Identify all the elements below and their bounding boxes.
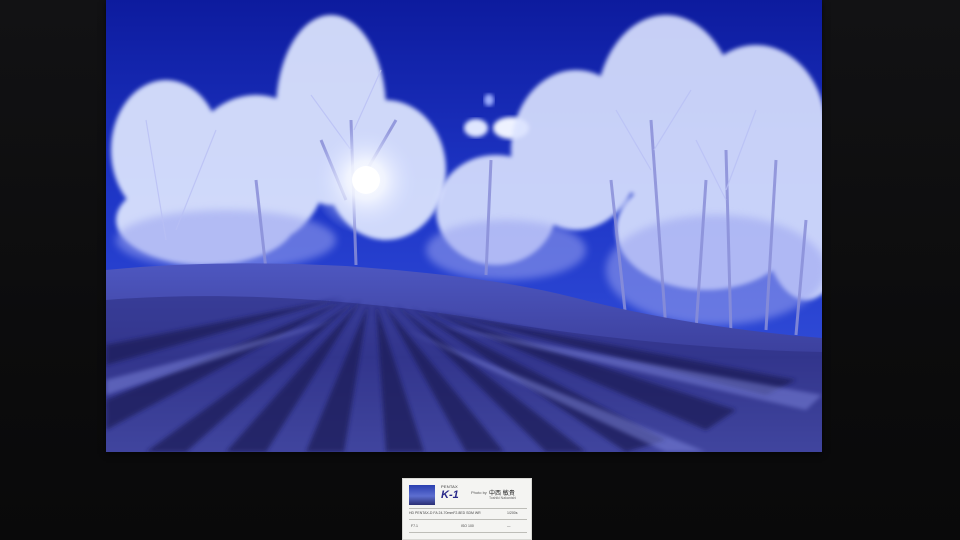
winter-forest-photo bbox=[106, 0, 822, 452]
shutter-info: 1/200s bbox=[507, 511, 518, 515]
divider bbox=[409, 508, 527, 509]
iso-info: ISO 100 bbox=[461, 524, 474, 528]
framed-photo-print bbox=[106, 0, 822, 452]
camera-model: K-1 bbox=[441, 489, 459, 501]
caption-card: PENTAX K-1 Photo by 中西 敏貴 Toshiki Nakani… bbox=[402, 478, 532, 540]
photo-thumbnail bbox=[409, 485, 435, 505]
extra-info: — bbox=[507, 524, 511, 528]
lens-info: HD PENTAX-D FA 24-70mmF2.8ED SDM WR bbox=[409, 511, 481, 515]
aperture-info: F7.1 bbox=[411, 524, 419, 528]
divider bbox=[409, 519, 527, 520]
divider bbox=[409, 532, 527, 533]
photo-by-label: Photo by bbox=[471, 490, 487, 495]
author-name-romaji: Toshiki Nakanishi bbox=[489, 496, 517, 500]
